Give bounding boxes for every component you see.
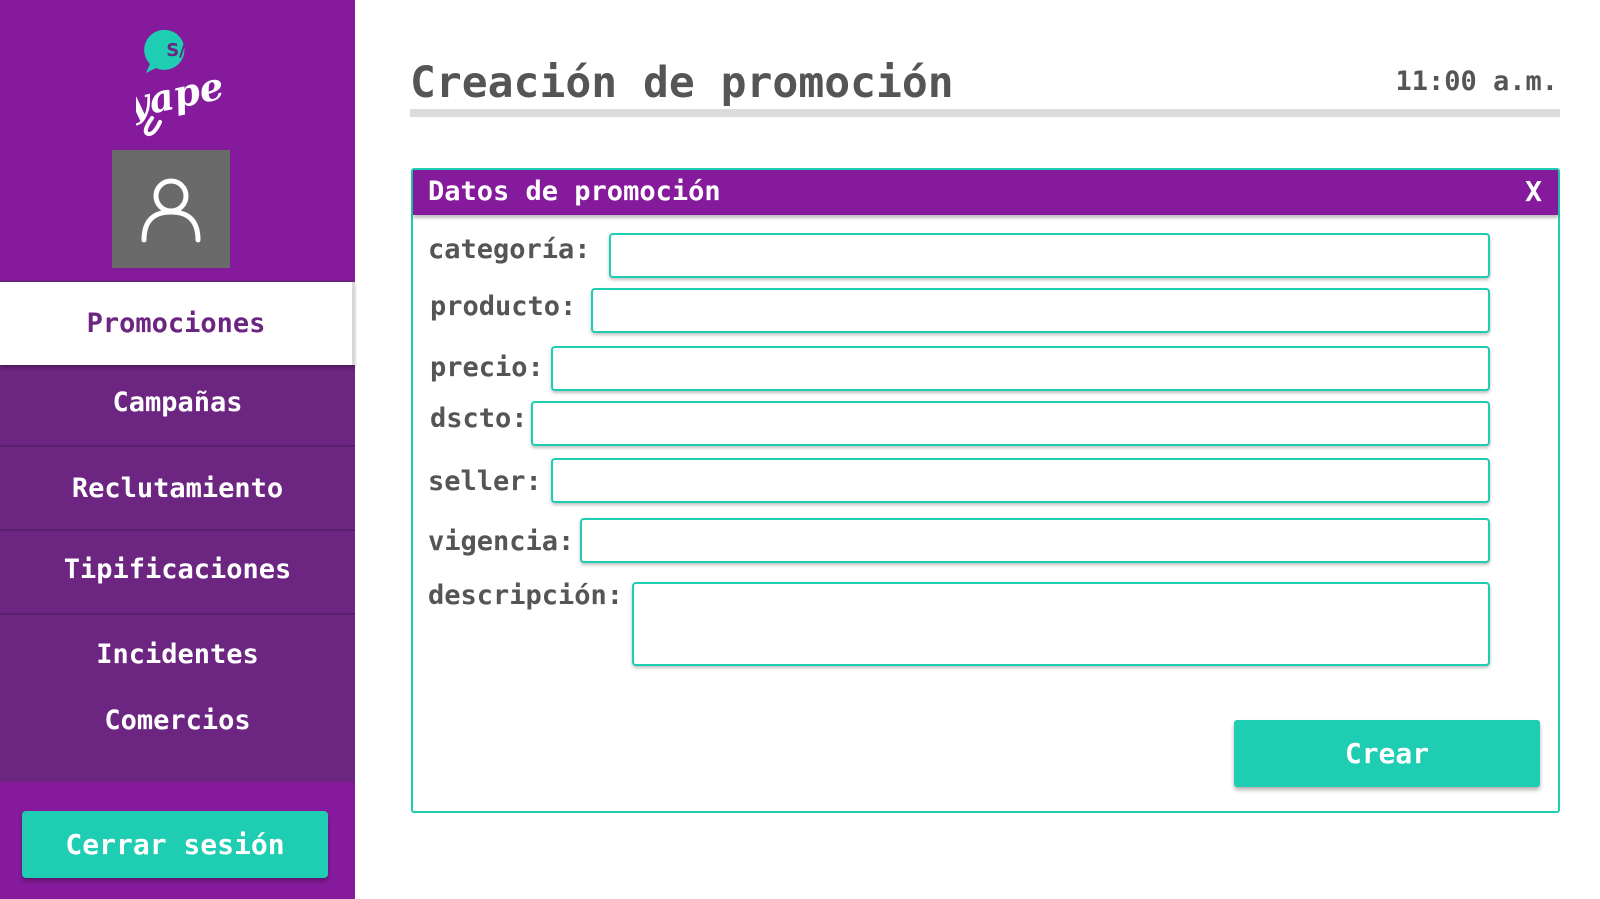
sidebar-item-tipificaciones[interactable]: Tipificaciones — [0, 531, 355, 615]
sidebar-item-incidentes[interactable]: Incidentes — [0, 625, 355, 685]
sidebar-item-campanas[interactable]: Campañas — [0, 365, 355, 447]
yape-logo: S/ yape — [122, 29, 228, 138]
seller-input[interactable] — [551, 458, 1490, 503]
promotion-form-panel: Datos de promoción X categoría: producto… — [411, 168, 1560, 813]
validity-input[interactable] — [580, 518, 1490, 563]
description-label: descripción: — [428, 580, 624, 611]
sidebar-item-reclutamiento[interactable]: Reclutamiento — [0, 447, 355, 531]
discount-input[interactable] — [531, 401, 1490, 446]
logo-badge-text: S/ — [166, 40, 186, 61]
close-icon[interactable]: X — [1525, 175, 1542, 208]
validity-label: vigencia: — [428, 526, 575, 557]
create-button[interactable]: Crear — [1234, 720, 1540, 787]
sidebar-item-comercios[interactable]: Comercios — [0, 690, 355, 752]
sidebar: S/ yape Promociones Campañas Reclutamien… — [0, 0, 355, 899]
panel-title: Datos de promoción — [428, 176, 721, 207]
sidebar-item-promociones[interactable]: Promociones — [0, 282, 355, 365]
category-input[interactable] — [609, 233, 1490, 278]
category-label: categoría: — [428, 234, 591, 265]
price-label: precio: — [430, 352, 544, 383]
product-label: producto: — [430, 291, 577, 322]
avatar[interactable] — [112, 150, 230, 268]
discount-label: dscto: — [430, 403, 528, 434]
page-title: Creación de promoción — [410, 58, 954, 108]
product-input[interactable] — [591, 288, 1490, 333]
description-textarea[interactable] — [632, 582, 1490, 666]
logout-button[interactable]: Cerrar sesión — [22, 811, 328, 878]
seller-label: seller: — [428, 466, 542, 497]
clock: 11:00 a.m. — [1395, 66, 1558, 97]
sidebar-menu: Promociones Campañas Reclutamiento Tipif… — [0, 280, 355, 782]
price-input[interactable] — [551, 346, 1490, 391]
title-divider — [410, 109, 1560, 117]
logo-wordmark: yape — [136, 63, 228, 127]
user-icon — [141, 178, 201, 243]
panel-header: Datos de promoción X — [413, 170, 1558, 215]
